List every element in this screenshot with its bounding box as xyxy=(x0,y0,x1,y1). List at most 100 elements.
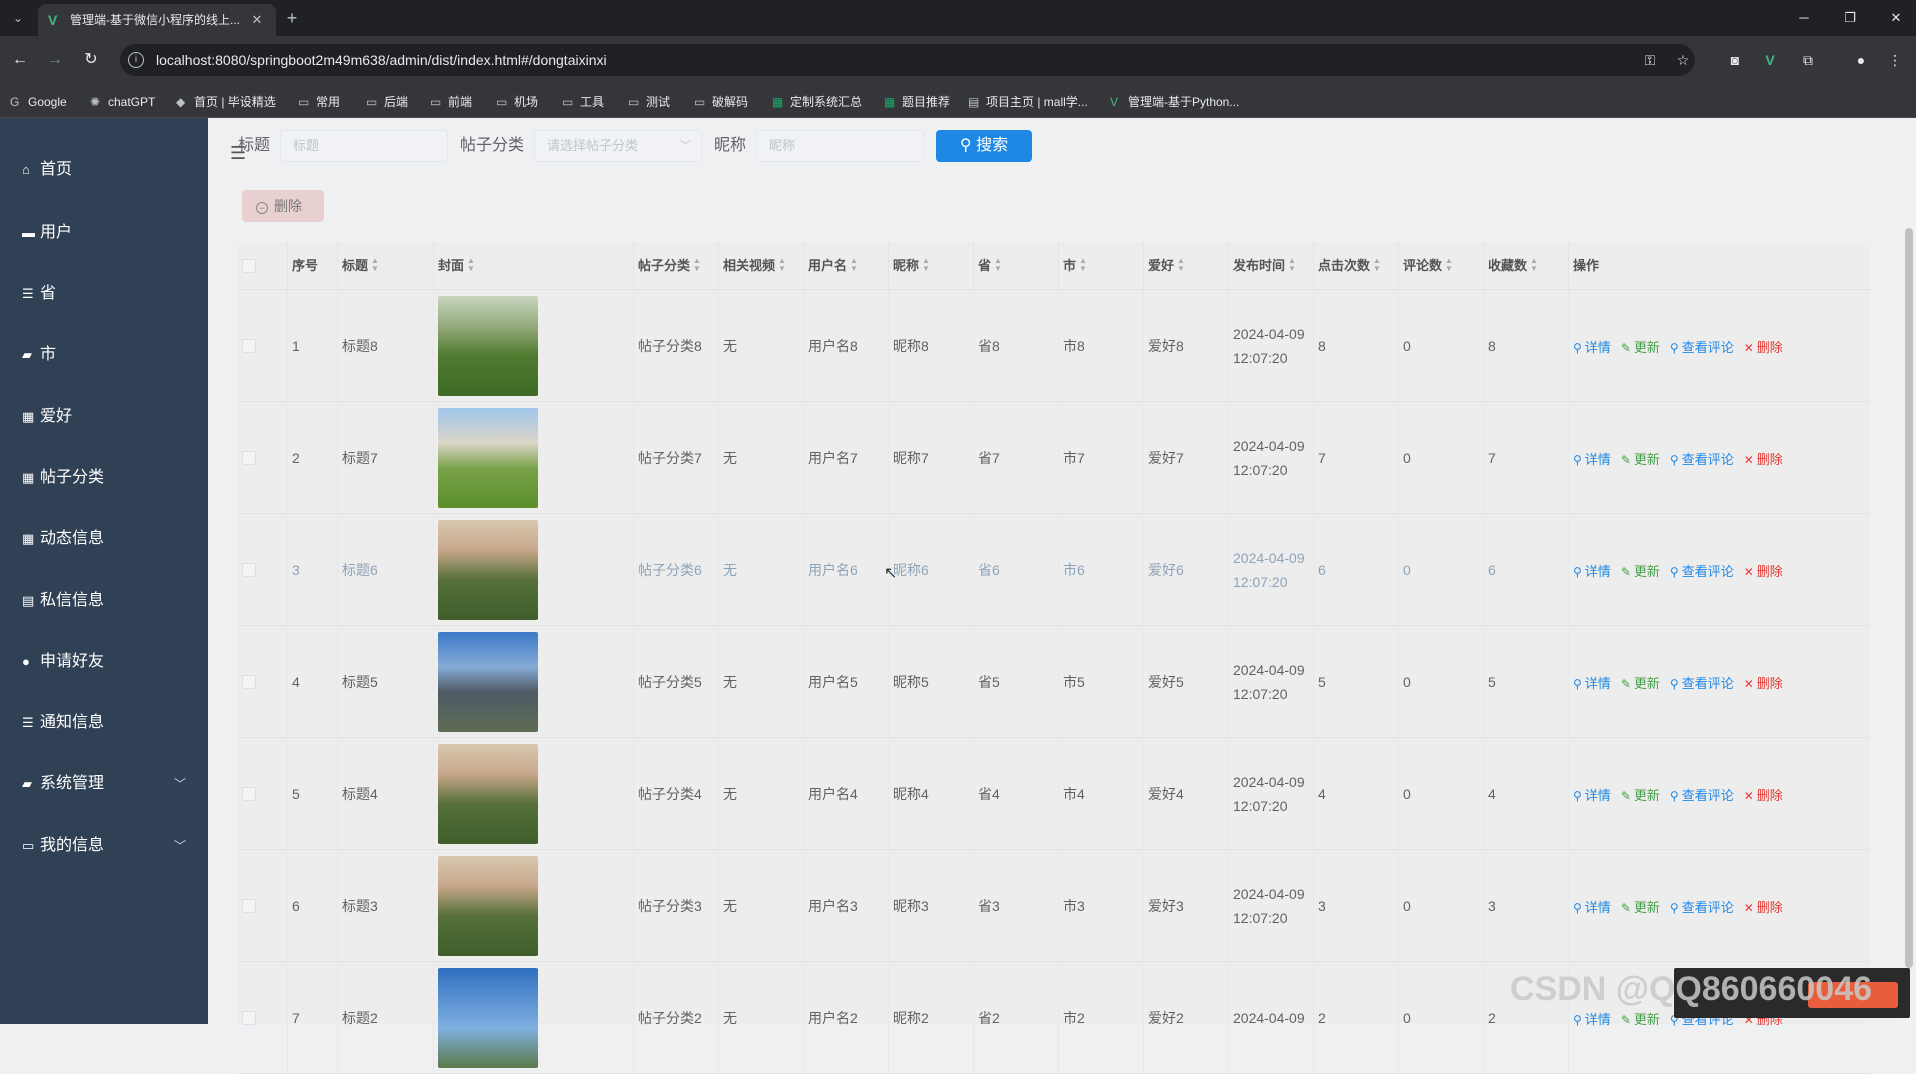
update-button[interactable]: ✎ 更新 xyxy=(1621,337,1660,356)
sort-icon[interactable]: ▲ ▼ xyxy=(1177,257,1185,273)
sort-icon[interactable]: ▲ ▼ xyxy=(1373,257,1381,273)
update-button[interactable]: ✎ 更新 xyxy=(1621,897,1660,916)
sort-icon[interactable]: ▲ ▼ xyxy=(693,257,701,273)
select-all-checkbox[interactable] xyxy=(242,259,256,273)
table-row[interactable]: 4 标题5 帖子分类5 无用户名5 昵称5 省5 市5 爱好5 2024-04-09 12:07:… xyxy=(238,626,1870,738)
cover-image[interactable] xyxy=(438,520,538,620)
header-select-all[interactable] xyxy=(238,242,288,290)
row-checkbox[interactable] xyxy=(242,787,256,801)
view-comments-button[interactable]: ⚲ 查看评论 xyxy=(1670,561,1734,580)
sort-icon[interactable]: ▲ ▼ xyxy=(371,257,379,273)
profile-avatar-icon[interactable]: ● xyxy=(1850,49,1872,71)
omnibox[interactable]: i localhost:8080/springboot2m49m638/admi… xyxy=(120,44,1695,76)
bookmark-bishe[interactable]: ◆ 首页 | 毕设精选 xyxy=(176,93,276,111)
url-text[interactable]: localhost:8080/springboot2m49m638/admin/… xyxy=(156,52,607,68)
bookmark-mall[interactable]: ▤ 项目主页 | mall学... xyxy=(968,93,1088,111)
new-tab-icon[interactable]: + xyxy=(282,8,302,28)
header-hobby[interactable]: 爱好 ▲ ▼ xyxy=(1144,242,1229,290)
row-checkbox[interactable] xyxy=(242,675,256,689)
tab-close-icon[interactable]: ✕ xyxy=(248,11,266,29)
batch-delete-button[interactable]: − 删除 xyxy=(242,190,324,222)
bookmark-folder-pojiema[interactable]: ▭ 破解码 xyxy=(694,93,748,111)
update-button[interactable]: ✎ 更新 xyxy=(1621,1009,1660,1028)
sort-icon[interactable]: ▲ ▼ xyxy=(994,257,1002,273)
search-button[interactable]: ⚲ 搜索 xyxy=(936,130,1032,162)
sidebar-item-user[interactable]: ▬ 用户 xyxy=(0,205,208,261)
view-comments-button[interactable]: ⚲ 查看评论 xyxy=(1670,897,1734,916)
header-title[interactable]: 标题 ▲ ▼ xyxy=(338,242,434,290)
minimize-icon[interactable]: ─ xyxy=(1792,6,1816,30)
site-info-icon[interactable]: i xyxy=(128,52,144,68)
cover-image[interactable] xyxy=(438,968,538,1068)
bookmark-folder-gongju[interactable]: ▭ 工具 xyxy=(562,93,604,111)
extensions-puzzle-icon[interactable]: ⧉ xyxy=(1797,49,1819,71)
bookmark-folder-ceshi[interactable]: ▭ 测试 xyxy=(628,93,670,111)
sort-icon[interactable]: ▲ ▼ xyxy=(1288,257,1296,273)
bookmark-chatgpt[interactable]: ✺ chatGPT xyxy=(90,93,155,111)
detail-button[interactable]: ⚲ 详情 xyxy=(1573,449,1611,468)
bookmark-folder-qianduan[interactable]: ▭ 前端 xyxy=(430,93,472,111)
bookmark-python[interactable]: V 管理端-基于Python... xyxy=(1110,93,1239,111)
delete-button[interactable]: ✕ 删除 xyxy=(1744,673,1783,692)
update-button[interactable]: ✎ 更新 xyxy=(1621,449,1660,468)
sidebar-item-city[interactable]: ▰ 市 xyxy=(0,327,208,383)
header-city[interactable]: 市 ▲ ▼ xyxy=(1059,242,1144,290)
sidebar-item-private-message[interactable]: ▤ 私信信息 xyxy=(0,573,208,629)
bookmark-star-icon[interactable]: ☆ xyxy=(1673,50,1693,70)
cover-image[interactable] xyxy=(438,632,538,732)
row-checkbox[interactable] xyxy=(242,339,256,353)
detail-button[interactable]: ⚲ 详情 xyxy=(1573,897,1611,916)
bookmark-folder-houduan[interactable]: ▭ 后端 xyxy=(366,93,408,111)
table-row[interactable]: 6 标题3 帖子分类3 无用户名3 昵称3 省3 市3 爱好3 2024-04-09 12:07:… xyxy=(238,850,1870,962)
bookmark-dingzhi[interactable]: ▦ 定制系统汇总 xyxy=(772,93,862,111)
sidebar-item-notifications[interactable]: ☰ 通知信息 xyxy=(0,695,208,751)
delete-button[interactable]: ✕ 删除 xyxy=(1744,785,1783,804)
detail-button[interactable]: ⚲ 详情 xyxy=(1573,1009,1611,1028)
row-checkbox[interactable] xyxy=(242,1011,256,1025)
browser-menu-icon[interactable]: ⋮ xyxy=(1884,49,1906,71)
reload-icon[interactable]: ↻ xyxy=(80,49,102,71)
browser-tab[interactable]: V 管理端-基于微信小程序的线上... ✕ xyxy=(38,4,276,36)
bookmark-folder-jichang[interactable]: ▭ 机场 xyxy=(496,93,538,111)
sidebar-item-system[interactable]: ▰ 系统管理 ﹀ xyxy=(0,756,208,812)
sidebar-item-hobby[interactable]: ▦ 爱好 xyxy=(0,389,208,445)
delete-button[interactable]: ✕ 删除 xyxy=(1744,561,1783,580)
header-category[interactable]: 帖子分类 ▲ ▼ xyxy=(634,242,719,290)
sort-icon[interactable]: ▲ ▼ xyxy=(467,257,475,273)
bookmark-google[interactable]: G Google xyxy=(10,93,67,111)
title-search-input[interactable]: 标题 xyxy=(280,130,448,162)
detail-button[interactable]: ⚲ 详情 xyxy=(1573,337,1611,356)
detail-button[interactable]: ⚲ 详情 xyxy=(1573,673,1611,692)
extension-icon[interactable]: ◙ xyxy=(1724,49,1746,71)
delete-button[interactable]: ✕ 删除 xyxy=(1744,337,1783,356)
vue-devtools-icon[interactable]: V xyxy=(1759,49,1781,71)
header-nickname[interactable]: 昵称 ▲ ▼ xyxy=(889,242,974,290)
back-icon[interactable]: ← xyxy=(9,49,31,71)
bookmark-timu[interactable]: ▦ 题目推荐 xyxy=(884,93,950,111)
forward-icon[interactable]: → xyxy=(44,49,66,71)
sort-icon[interactable]: ▲ ▼ xyxy=(850,257,858,273)
password-key-icon[interactable]: ⚿ xyxy=(1640,50,1660,70)
delete-button[interactable]: ✕ 删除 xyxy=(1744,449,1783,468)
detail-button[interactable]: ⚲ 详情 xyxy=(1573,561,1611,580)
sort-icon[interactable]: ▲ ▼ xyxy=(1445,257,1453,273)
window-close-icon[interactable]: ✕ xyxy=(1884,6,1908,30)
view-comments-button[interactable]: ⚲ 查看评论 xyxy=(1670,785,1734,804)
restore-icon[interactable]: ❐ xyxy=(1838,6,1862,30)
row-checkbox[interactable] xyxy=(242,451,256,465)
header-clicks[interactable]: 点击次数 ▲ ▼ xyxy=(1314,242,1399,290)
sidebar-item-my-info[interactable]: ▭ 我的信息 ﹀ xyxy=(0,818,208,874)
header-favorites[interactable]: 收藏数 ▲ ▼ xyxy=(1484,242,1569,290)
table-row[interactable]: 5 标题4 帖子分类4 无用户名4 昵称4 省4 市4 爱好4 2024-04-09 12:07:… xyxy=(238,738,1870,850)
cover-image[interactable] xyxy=(438,856,538,956)
delete-button[interactable]: ✕ 删除 xyxy=(1744,897,1783,916)
tab-search-chevron-icon[interactable]: ⌄ xyxy=(8,8,28,28)
view-comments-button[interactable]: ⚲ 查看评论 xyxy=(1670,337,1734,356)
sort-icon[interactable]: ▲ ▼ xyxy=(1079,257,1087,273)
sidebar-item-dynamic-info[interactable]: ▦ 动态信息 xyxy=(0,511,208,567)
cover-image[interactable] xyxy=(438,744,538,844)
view-comments-button[interactable]: ⚲ 查看评论 xyxy=(1670,673,1734,692)
update-button[interactable]: ✎ 更新 xyxy=(1621,673,1660,692)
view-comments-button[interactable]: ⚲ 查看评论 xyxy=(1670,449,1734,468)
row-checkbox[interactable] xyxy=(242,899,256,913)
